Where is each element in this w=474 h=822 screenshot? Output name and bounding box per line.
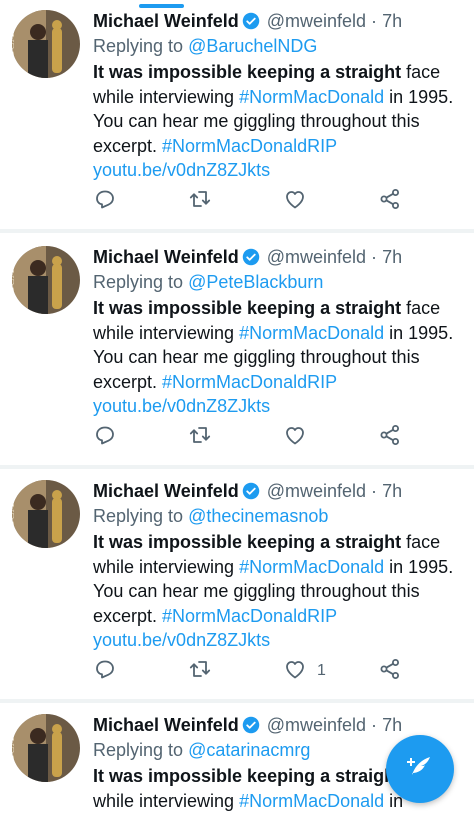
- url-link[interactable]: youtu.be/v0dnZ8ZJkts: [93, 160, 270, 180]
- retweet-icon: [188, 187, 212, 216]
- share-icon: [378, 423, 402, 452]
- author-handle[interactable]: @mweinfeld: [267, 715, 366, 735]
- hashtag-link[interactable]: #NormMacDonald: [239, 323, 384, 343]
- separator-dot: ·: [371, 715, 378, 735]
- tweet-text: It was impossible keeping a straight fac…: [93, 530, 458, 653]
- replying-to: Replying to @catarinacmrg: [93, 739, 310, 761]
- heart-icon: [283, 423, 307, 452]
- retweet-icon: [188, 423, 212, 452]
- tweet-time[interactable]: 7h: [382, 715, 402, 735]
- reply-icon: [93, 423, 117, 452]
- author-name[interactable]: Michael Weinfeld: [93, 247, 239, 267]
- tweet-header: Michael Weinfeld @mweinfeld · 7h: [93, 10, 402, 32]
- svg-text:SCARS: SCARS: [12, 255, 17, 293]
- tweet[interactable]: SCARS Michael Weinfeld @mweinfeld · 7h R…: [0, 236, 474, 466]
- tweet-divider: [0, 466, 474, 469]
- avatar[interactable]: SCARS: [12, 480, 80, 548]
- tweet-time[interactable]: 7h: [382, 247, 402, 267]
- hashtag-link[interactable]: #NormMacDonald: [239, 557, 384, 577]
- tweet-text-bold: It was impossible keeping a straight: [93, 62, 402, 82]
- author-name[interactable]: Michael Weinfeld: [93, 715, 239, 735]
- author-handle[interactable]: @mweinfeld: [267, 247, 366, 267]
- tweet-time[interactable]: 7h: [382, 481, 402, 501]
- tweet-header: Michael Weinfeld @mweinfeld · 7h: [93, 480, 402, 502]
- replying-to: Replying to @thecinemasnob: [93, 505, 328, 527]
- tweet-text-bold: It was impossible keeping a straight: [93, 298, 402, 318]
- avatar[interactable]: SCARS: [12, 10, 80, 78]
- url-link[interactable]: youtu.be/v0dnZ8ZJkts: [93, 630, 270, 650]
- compose-tweet-icon: [404, 751, 436, 788]
- replying-to-link[interactable]: @thecinemasnob: [188, 506, 328, 526]
- svg-text:SCARS: SCARS: [12, 723, 17, 761]
- avatar[interactable]: SCARS: [12, 246, 80, 314]
- replying-to-link[interactable]: @catarinacmrg: [188, 740, 310, 760]
- verified-badge-icon: [242, 716, 260, 734]
- share-icon: [378, 657, 402, 686]
- tweet-text-bold: It was impossible keeping a straight: [93, 766, 402, 786]
- share-button[interactable]: [378, 658, 402, 684]
- author-handle[interactable]: @mweinfeld: [267, 11, 366, 31]
- replying-to-label: Replying to: [93, 272, 189, 292]
- tweet-actions: 1: [93, 658, 413, 684]
- author-handle[interactable]: @mweinfeld: [267, 481, 366, 501]
- replying-to-link[interactable]: @BaruchelNDG: [188, 36, 317, 56]
- tweet-text: It was impossible keeping a straight fac…: [93, 296, 458, 419]
- author-name[interactable]: Michael Weinfeld: [93, 11, 239, 31]
- hashtag-link[interactable]: #NormMacDonaldRIP: [162, 372, 337, 392]
- hashtag-link[interactable]: #NormMacDonald: [239, 87, 384, 107]
- heart-icon: [283, 657, 307, 686]
- share-button[interactable]: [378, 424, 402, 450]
- replying-to: Replying to @PeteBlackburn: [93, 271, 323, 293]
- heart-icon: [283, 187, 307, 216]
- like-button[interactable]: [283, 424, 317, 450]
- tweet-time[interactable]: 7h: [382, 11, 402, 31]
- reply-button[interactable]: [93, 658, 117, 684]
- reply-icon: [93, 657, 117, 686]
- tweet[interactable]: SCARS Michael Weinfeld @mweinfeld · 7h R…: [0, 0, 474, 230]
- author-name[interactable]: Michael Weinfeld: [93, 481, 239, 501]
- like-count: 1: [317, 662, 326, 679]
- separator-dot: ·: [371, 11, 378, 31]
- svg-text:SCARS: SCARS: [12, 489, 17, 527]
- like-button[interactable]: 1: [283, 658, 326, 684]
- tweet-actions: [93, 188, 413, 214]
- retweet-button[interactable]: [188, 424, 212, 450]
- compose-tweet-button[interactable]: [386, 735, 454, 803]
- tweet-actions: [93, 424, 413, 450]
- tweet-header: Michael Weinfeld @mweinfeld · 7h: [93, 714, 402, 736]
- reply-icon: [93, 187, 117, 216]
- replying-to-label: Replying to: [93, 740, 189, 760]
- replying-to-link[interactable]: @PeteBlackburn: [188, 272, 323, 292]
- svg-text:SCARS: SCARS: [12, 19, 17, 57]
- tweet-text-bold: It was impossible keeping a straight: [93, 532, 402, 552]
- replying-to-label: Replying to: [93, 36, 189, 56]
- tweet-divider: [0, 700, 474, 703]
- retweet-button[interactable]: [188, 188, 212, 214]
- reply-button[interactable]: [93, 188, 117, 214]
- retweet-icon: [188, 657, 212, 686]
- tweet-header: Michael Weinfeld @mweinfeld · 7h: [93, 246, 402, 268]
- share-button[interactable]: [378, 188, 402, 214]
- separator-dot: ·: [371, 481, 378, 501]
- verified-badge-icon: [242, 248, 260, 266]
- reply-button[interactable]: [93, 424, 117, 450]
- replying-to: Replying to @BaruchelNDG: [93, 35, 317, 57]
- hashtag-link[interactable]: #NormMacDonaldRIP: [162, 136, 337, 156]
- verified-badge-icon: [242, 12, 260, 30]
- tweet-divider: [0, 230, 474, 233]
- separator-dot: ·: [371, 247, 378, 267]
- tweet[interactable]: SCARS Michael Weinfeld @mweinfeld · 7h R…: [0, 470, 474, 700]
- tweet-text: It was impossible keeping a straight fac…: [93, 60, 458, 183]
- retweet-button[interactable]: [188, 658, 212, 684]
- url-link[interactable]: youtu.be/v0dnZ8ZJkts: [93, 396, 270, 416]
- share-icon: [378, 187, 402, 216]
- avatar[interactable]: SCARS: [12, 714, 80, 782]
- verified-badge-icon: [242, 482, 260, 500]
- hashtag-link[interactable]: #NormMacDonald: [239, 791, 384, 811]
- like-button[interactable]: [283, 188, 317, 214]
- replying-to-label: Replying to: [93, 506, 189, 526]
- hashtag-link[interactable]: #NormMacDonaldRIP: [162, 606, 337, 626]
